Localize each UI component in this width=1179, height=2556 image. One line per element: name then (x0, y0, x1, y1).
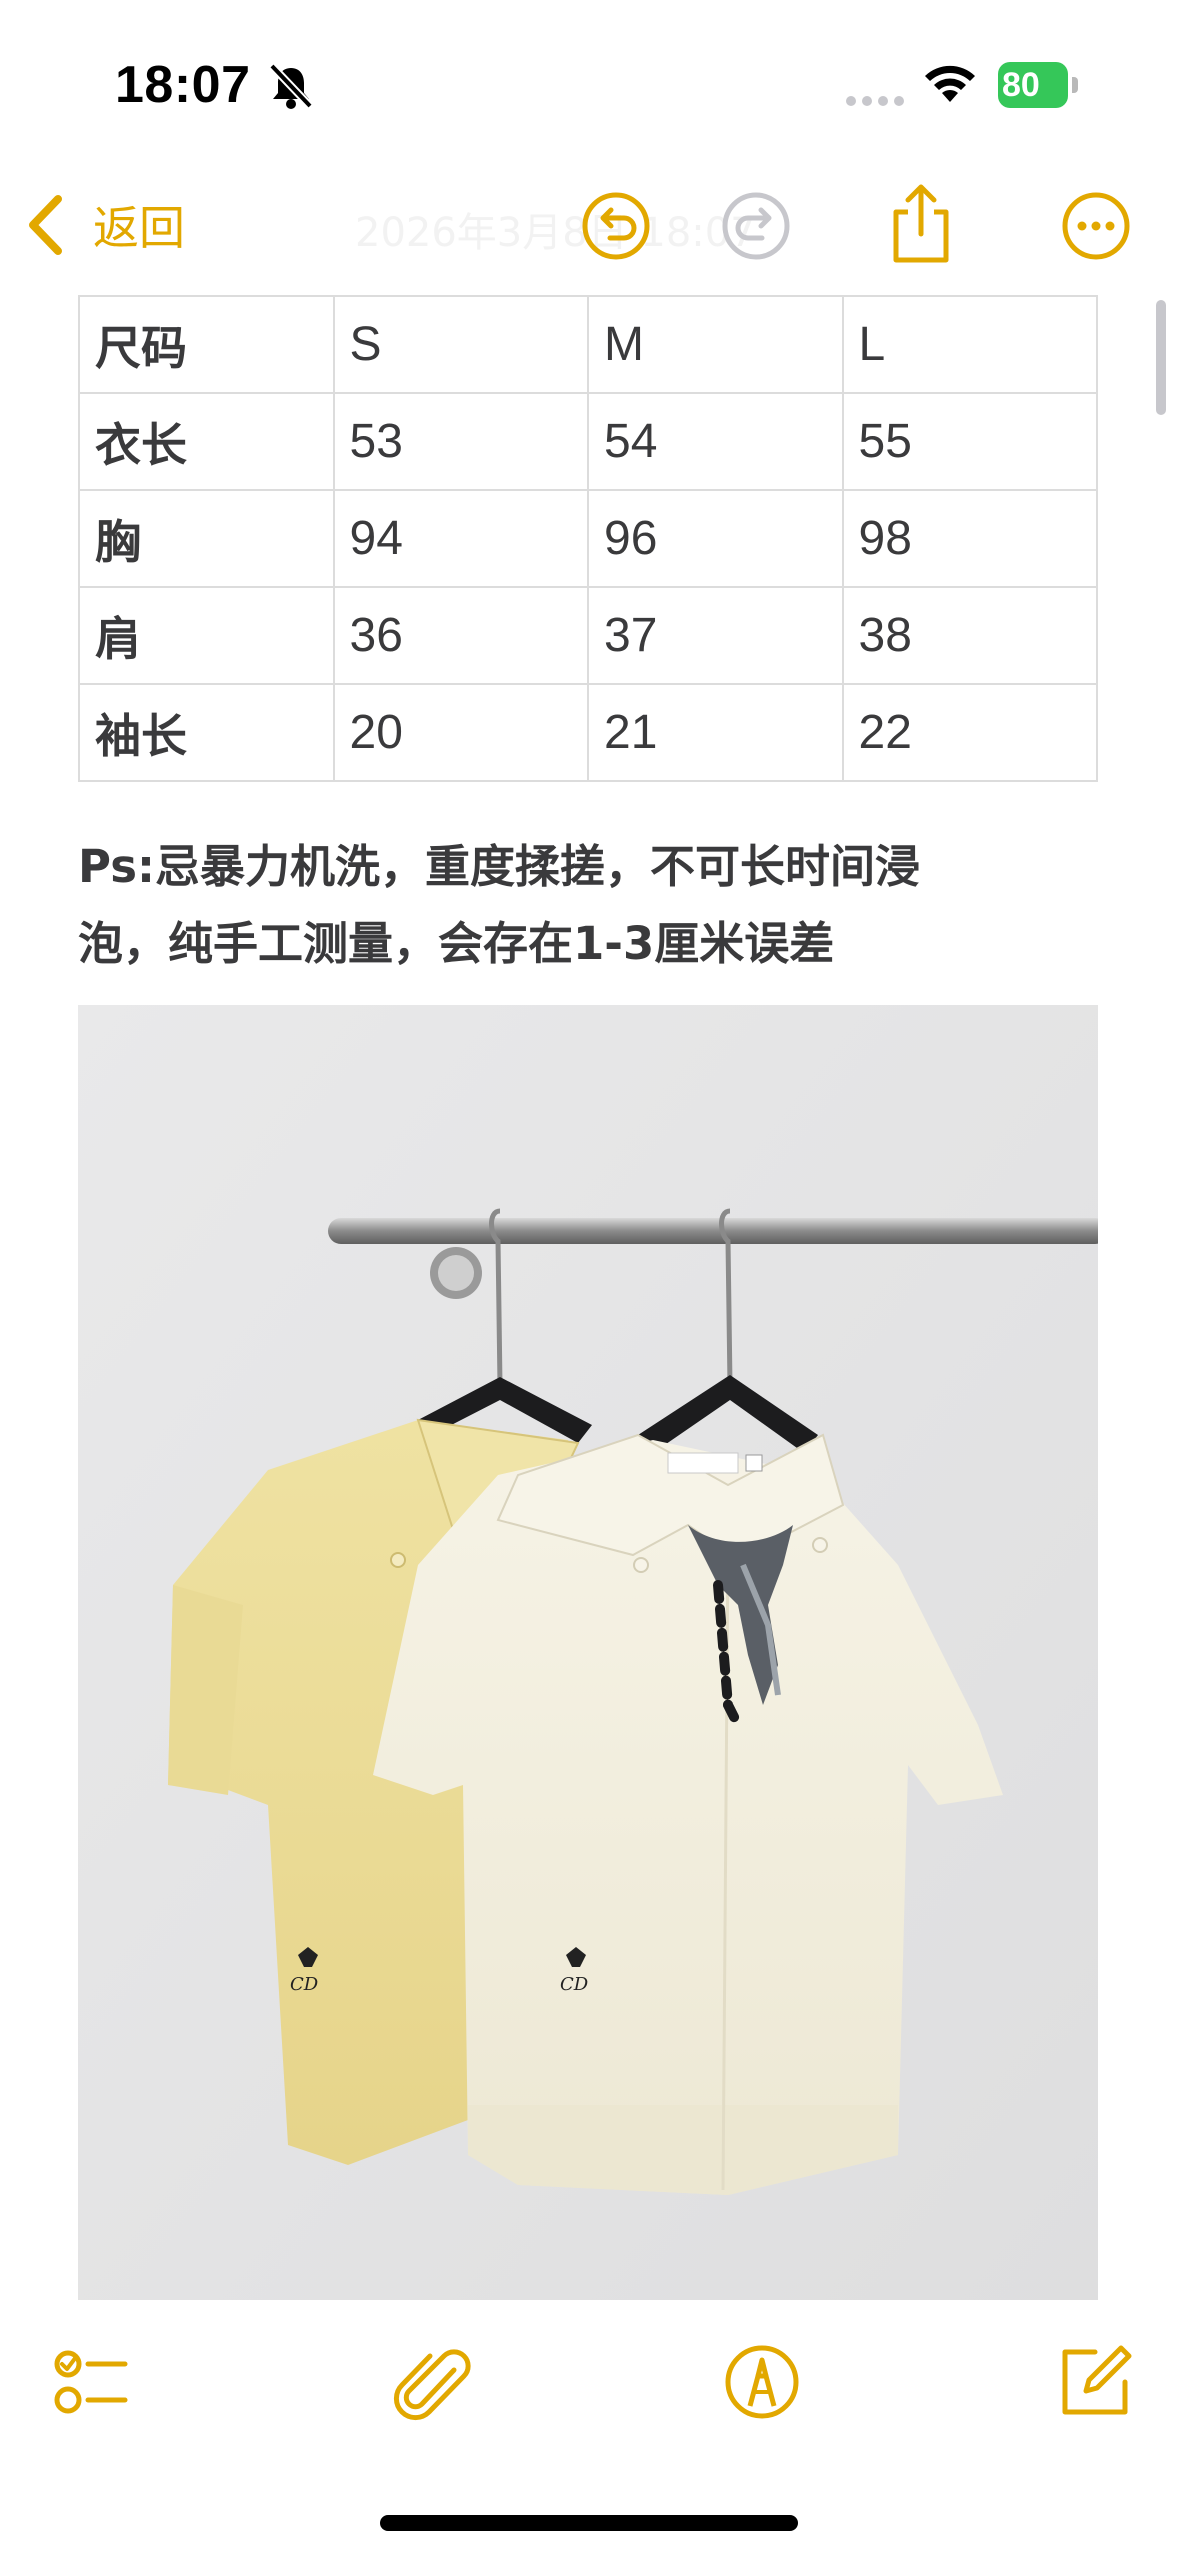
table-cell[interactable]: M (587, 295, 844, 394)
back-button[interactable]: 返回 (25, 190, 185, 260)
table-row: 肩 36 37 38 (78, 586, 1098, 685)
table-cell[interactable]: L (841, 295, 1098, 394)
table-row: 衣长 53 54 55 (78, 392, 1098, 491)
table-cell[interactable]: 94 (332, 489, 589, 588)
table-cell[interactable]: 衣长 (78, 392, 335, 491)
status-bar: 18:07 80 (0, 0, 1179, 170)
garment-photo[interactable]: CD CD (78, 1005, 1098, 2300)
svg-text:CD: CD (290, 1974, 319, 1995)
table-header-row: 尺码 S M L (78, 295, 1098, 394)
table-cell[interactable]: 21 (587, 683, 844, 782)
status-time: 18:07 (115, 56, 251, 114)
compose-icon[interactable] (1055, 2342, 1135, 2422)
table-cell[interactable]: 98 (841, 489, 1098, 588)
note-line-1: Ps:忌暴力机洗，重度揉搓，不可长时间浸 (78, 840, 920, 893)
table-cell[interactable]: 38 (841, 586, 1098, 685)
table-cell[interactable]: 肩 (78, 586, 335, 685)
checklist-icon[interactable] (50, 2342, 130, 2422)
table-cell[interactable]: 54 (587, 392, 844, 491)
table-cell[interactable]: 袖长 (78, 683, 335, 782)
note-line-2: 泡，纯手工测量，会存在1-3厘米误差 (78, 917, 835, 970)
more-icon[interactable] (1058, 188, 1134, 264)
chevron-left-icon (29, 195, 62, 255)
table-row: 袖长 20 21 22 (78, 683, 1098, 782)
note-date-title: 2026年3月8日 18:07 (355, 210, 756, 256)
table-cell[interactable]: 36 (332, 586, 589, 685)
battery-level: 80 (1002, 66, 1040, 104)
svg-text:CD: CD (560, 1974, 589, 1995)
top-toolbar: 2026年3月8日 18:07 返回 (0, 170, 1179, 285)
table-cell[interactable]: 96 (587, 489, 844, 588)
wifi-icon (925, 65, 975, 102)
table-cell[interactable]: 22 (841, 683, 1098, 782)
table-cell[interactable]: 37 (587, 586, 844, 685)
table-cell[interactable]: 20 (332, 683, 589, 782)
home-indicator[interactable] (380, 2515, 798, 2531)
battery-icon: 80 (998, 62, 1080, 108)
bottom-toolbar (0, 2320, 1179, 2556)
markup-pen-icon[interactable] (722, 2342, 802, 2422)
paperclip-icon[interactable] (392, 2342, 472, 2422)
table-cell[interactable]: 55 (841, 392, 1098, 491)
garment-photo-image: CD CD (78, 1005, 1098, 2300)
table-row: 胸 94 96 98 (78, 489, 1098, 588)
table-cell[interactable]: S (332, 295, 589, 394)
table-cell[interactable]: 胸 (78, 489, 335, 588)
note-text[interactable]: Ps:忌暴力机洗，重度揉搓，不可长时间浸 泡，纯手工测量，会存在1-3厘米误差 (78, 828, 1118, 982)
undo-icon[interactable] (578, 188, 654, 264)
bell-slash-icon (269, 63, 313, 109)
cellular-signal-icon (846, 96, 904, 106)
share-icon[interactable] (886, 182, 956, 264)
size-table: 尺码 S M L 衣长 53 54 55 胸 94 96 98 肩 36 37 38 袖长 20 21 22 (78, 295, 1098, 782)
table-cell[interactable]: 53 (332, 392, 589, 491)
table-cell[interactable]: 尺码 (78, 295, 335, 394)
redo-icon[interactable] (718, 188, 794, 264)
back-label: 返回 (93, 201, 185, 255)
scrollbar[interactable] (1156, 300, 1166, 415)
